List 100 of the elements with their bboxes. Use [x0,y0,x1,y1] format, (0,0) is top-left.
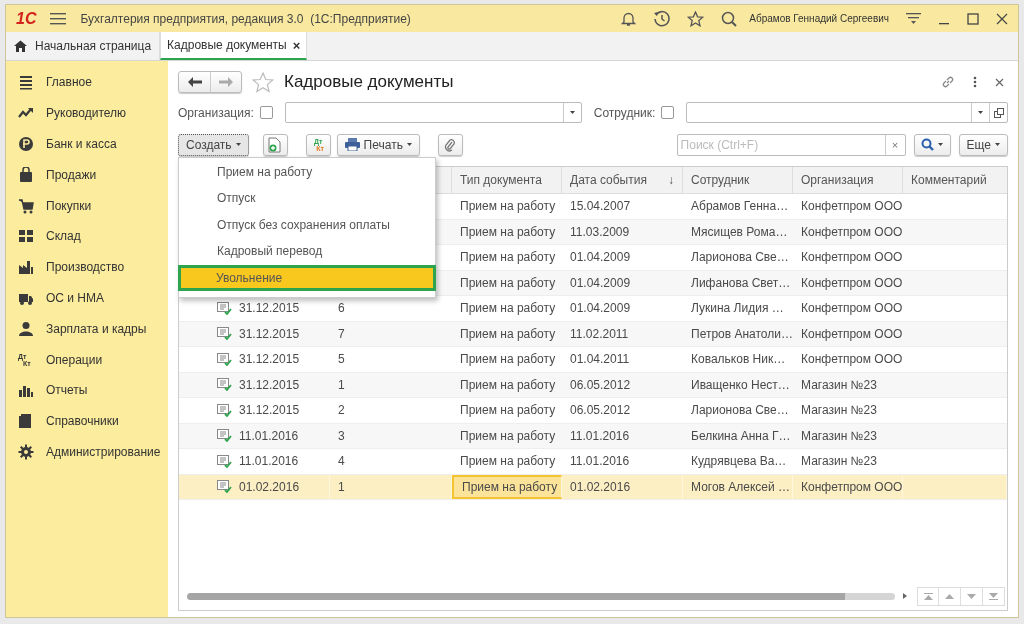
sidebar-item[interactable]: Банк и касса [6,128,168,160]
more-button[interactable]: Еще [958,133,1008,156]
home-icon [14,40,27,52]
clear-search-button[interactable]: × [884,134,905,155]
tab[interactable]: Кадровые документы × [160,32,308,60]
select-field[interactable] [686,102,1008,123]
caret-icon [995,143,1000,146]
table-cell-text: Конфетпром ООО [800,249,903,267]
sidebar-item[interactable]: Производство [6,251,168,283]
table-cell-text: Мясищев Рома… [690,223,789,241]
table-cell-text: Иващенко Нест… [690,376,791,394]
ruble-coin-icon [18,136,34,152]
open-icon [993,107,1004,118]
table-cell-text: Лукина Лидия … [690,300,785,318]
close-icon[interactable] [996,12,1008,25]
column-header[interactable]: Тип документа [452,167,562,193]
table-cell: 31.12.2015 [239,326,300,341]
user-name[interactable]: Абрамов Геннадий Сергеевич [749,13,889,24]
table-cell: Прием на работу [452,474,562,499]
add-document-button[interactable] [262,133,288,156]
sidebar-item[interactable]: Покупки [6,190,168,221]
table-cell: 11.01.2016 [239,428,299,443]
select-field[interactable] [284,102,582,123]
column-header[interactable]: Организация [793,167,903,193]
table-cell-text: Магазин №23 [800,427,878,445]
more-icon[interactable] [973,76,977,88]
print-button[interactable]: Печать [336,133,420,156]
gear-icon [18,443,34,460]
posted-document-icon [217,378,232,392]
table-cell-text: Прием на работу [459,198,557,216]
search-button[interactable] [913,133,951,156]
first-icon [923,592,933,600]
menu-item[interactable]: Отпуск без сохранения оплаты [179,211,435,238]
checkbox[interactable] [661,106,675,119]
table-cell-text: 11.01.2016 [569,453,631,471]
table-cell: 3 [338,428,345,443]
printer-icon [344,138,360,151]
first-row-button[interactable] [917,586,939,606]
page-up-button[interactable] [939,586,961,606]
sidebar-item[interactable]: Администрирование [6,436,168,468]
column-header[interactable]: Комментарий [903,167,1007,193]
bell-icon[interactable] [621,10,637,27]
search-icon[interactable] [721,10,738,27]
sidebar-item[interactable]: Справочники [6,405,168,437]
sidebar-item[interactable]: Склад [6,221,168,252]
close-tab-button[interactable]: × [292,37,301,53]
page-down-button[interactable] [961,586,983,606]
posted-document-icon [217,403,232,417]
column-header[interactable]: Сотрудник [683,167,793,193]
star-icon[interactable] [687,10,705,27]
sidebar-item[interactable]: Продажи [6,159,168,191]
history-icon[interactable] [653,10,671,27]
window-title: Бухгалтерия предприятия, редакция 3.0 (1С:Предприятие) [80,11,411,26]
column-header[interactable]: Дата события ↓ [562,167,683,193]
table-cell-text: Абрамов Генна… [690,198,790,216]
table-cell: 1 [338,479,345,494]
table-cell-text: Ковальков Ник… [690,351,787,369]
table-cell-text: 01.04.2011 [569,351,631,369]
link-icon[interactable] [941,75,955,89]
menu-item[interactable]: Прием на работу [179,158,435,185]
sidebar-item[interactable]: Отчеты [6,374,168,406]
menu-item[interactable]: Кадровый перевод [179,238,435,265]
table-cell-text: Прием на работу [459,300,557,318]
sidebar-item[interactable]: Зарплата и кадры [6,313,168,345]
grid-icon [18,228,34,245]
sidebar-item[interactable]: Руководителю [6,97,168,129]
bag-icon [18,166,34,183]
posted-document-icon [217,301,232,315]
table-cell-text: Магазин №23 [800,402,878,420]
table-cell: Конфетпром ООО [793,474,903,499]
sidebar-item[interactable]: ОС и НМА [6,282,168,314]
table-cell-text: Прием на работу [459,274,557,292]
maximize-icon[interactable] [967,12,979,25]
paperclip-icon [444,137,457,152]
table-cell-text: 01.04.2009 [569,274,632,292]
close-icon[interactable] [995,77,1004,87]
lines-icon [18,74,34,91]
attach-button[interactable] [437,133,463,156]
table-cell-text: 01.04.2009 [569,249,632,267]
table-cell-text: Ларионова Све… [690,402,790,420]
sidebar-item[interactable]: Главное [6,67,168,98]
menu-icon[interactable] [50,12,67,25]
table-cell: 5 [338,352,345,367]
menu-item[interactable]: Отпуск [179,185,435,212]
posted-document-icon [217,480,232,494]
settings-menu-icon[interactable] [906,12,921,25]
create-button[interactable]: Создать [178,133,249,156]
scroll-right-icon [903,593,907,599]
table-cell-text: Магазин №23 [800,376,878,394]
checkbox[interactable] [259,106,273,119]
favorite-star-icon[interactable] [252,71,274,93]
menu-item[interactable]: Увольнение [178,264,436,291]
table-cell: 01.02.2016 [562,474,683,499]
horizontal-scrollbar[interactable] [187,591,907,601]
last-row-button[interactable] [983,586,1005,606]
table-cell-text: Прием на работу [459,325,557,343]
table-cell-text: 06.05.2012 [569,402,632,420]
caret-icon [235,143,241,146]
search-field[interactable]: Поиск (Ctrl+F) × [676,133,906,156]
table-cell-text: 11.03.2009 [569,223,631,241]
